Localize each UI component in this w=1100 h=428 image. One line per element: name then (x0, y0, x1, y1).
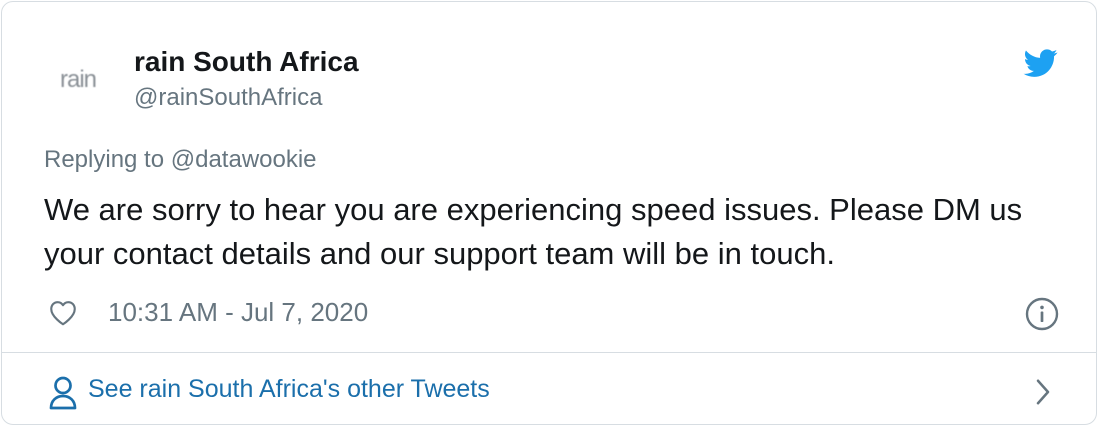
author-display-name[interactable]: rain South Africa (134, 46, 359, 78)
twitter-bird-icon[interactable] (1022, 46, 1060, 80)
replying-to-label[interactable]: Replying to @datawookie (44, 146, 317, 174)
author-handle[interactable]: @rainSouthAfrica (134, 84, 322, 112)
see-other-tweets-link[interactable]: See rain South Africa's other Tweets (2, 353, 1096, 424)
person-icon (49, 376, 77, 410)
avatar[interactable]: rain (46, 52, 110, 108)
see-other-tweets-label: See rain South Africa's other Tweets (88, 375, 490, 403)
tweet-timestamp[interactable]: 10:31 AM - Jul 7, 2020 (108, 297, 368, 328)
tweet-card: rain rain South Africa @rainSouthAfrica … (1, 1, 1097, 425)
heart-icon[interactable] (46, 296, 80, 328)
tweet-text: We are sorry to hear you are experiencin… (44, 192, 1023, 271)
avatar-logo-text: rain (59, 66, 97, 93)
chevron-right-icon (1036, 379, 1050, 405)
info-icon[interactable] (1024, 296, 1060, 332)
